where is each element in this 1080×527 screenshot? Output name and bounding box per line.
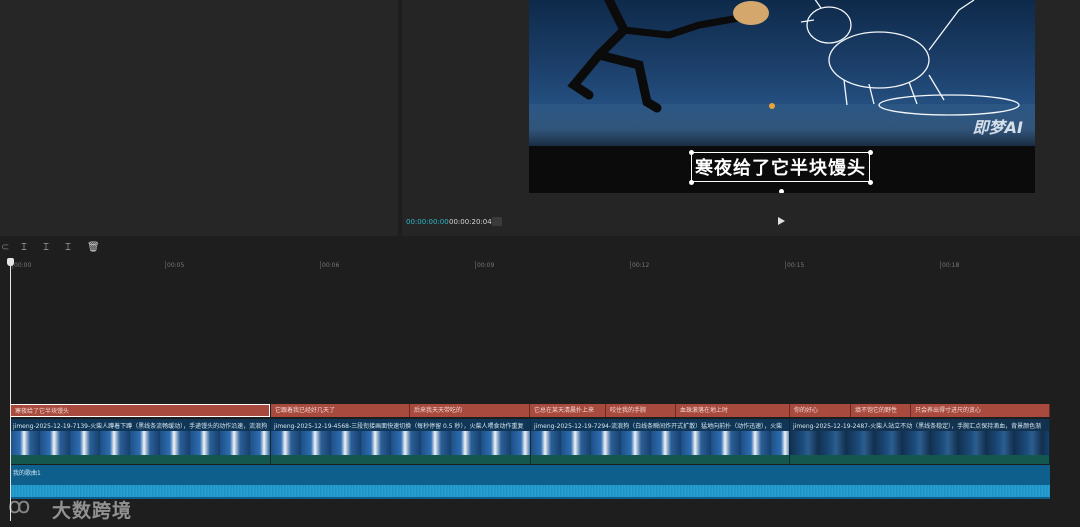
text-clip[interactable]: 它总在某天清晨扑上来 [530, 404, 606, 417]
brand-logo-text: 大数跨境 [52, 500, 133, 522]
resize-handle[interactable] [689, 150, 694, 155]
play-icon[interactable] [778, 217, 785, 225]
video-strip [10, 455, 270, 464]
rotate-handle[interactable] [779, 189, 784, 193]
text-clip[interactable]: 它跟着我已经好几天了 [271, 404, 410, 417]
media-panel [0, 0, 398, 236]
split-icon[interactable]: ⌶ [21, 242, 27, 253]
tick [475, 261, 476, 269]
total-time: 00:00:20:04 [449, 218, 492, 226]
logo-icon: ꝏ [8, 494, 31, 519]
video-clip[interactable]: jimeng-2025-12-19-4568-三段衔接画面快速切换（每秒停留 0… [271, 419, 531, 464]
tick-label: 00:05 [167, 262, 185, 269]
resize-handle[interactable] [868, 150, 873, 155]
timeline-ruler[interactable]: 00:00 00:05 00:06 00:09 00:12 00:15 00:1… [0, 258, 1080, 272]
tick-label: 00:00 [14, 262, 32, 269]
text-clip[interactable]: 咬住我的手腕 [606, 404, 676, 417]
playhead-handle[interactable] [7, 258, 14, 266]
video-clip-label: jimeng-2025-12-19-7139-火柴人蹲着下蹲（黑线条流畅缓动），… [13, 423, 268, 430]
split-right-icon[interactable]: ⌶ [65, 242, 71, 253]
text-clip[interactable]: 填不饱它的野性 [851, 404, 911, 417]
tick-label: 00:12 [632, 262, 650, 269]
video-strip [790, 455, 1049, 464]
text-clip[interactable]: 你的好心 [790, 404, 851, 417]
audio-track[interactable]: 我的歌曲1 [10, 465, 1050, 499]
video-preview[interactable]: 即梦AI 寒夜给了它半块馒头 [529, 0, 1035, 193]
video-thumbnails [271, 431, 530, 455]
video-thumbnails [10, 431, 270, 455]
ratio-icon[interactable] [492, 217, 502, 226]
split-left-icon[interactable]: ⌶ [43, 242, 49, 253]
tick [320, 261, 321, 269]
text-clip[interactable]: 血珠滚落在地上时 [676, 404, 790, 417]
video-clip-label: jimeng-2025-12-19-4568-三段衔接画面快速切换（每秒停留 0… [274, 423, 524, 430]
tick [630, 261, 631, 269]
video-clip[interactable]: jimeng-2025-12-19-2487-火柴人站立不动（黑线条稳定），手腕… [790, 419, 1050, 464]
tick [940, 261, 941, 269]
timeline-toolbar: ⊂ ⌶ ⌶ ⌶ 🗑 [0, 240, 1080, 257]
undo-icon[interactable]: ⊂ [1, 242, 9, 253]
caption-text[interactable]: 寒夜给了它半块馒头 [691, 152, 870, 182]
tick-label: 00:09 [477, 262, 495, 269]
tick-label: 00:18 [942, 262, 960, 269]
video-clip[interactable]: jimeng-2025-12-19-7294-流浪狗（白线条瞬间炸开式扩散）猛地… [531, 419, 790, 464]
text-clip[interactable]: 后来我天天带吃的 [410, 404, 530, 417]
video-thumbnails [531, 431, 789, 455]
audio-label: 我的歌曲1 [13, 470, 41, 477]
text-track: 寒夜给了它半块馒头 它跟着我已经好几天了 后来我天天带吃的 它总在某天清晨扑上来… [10, 404, 1050, 417]
video-scene: 即梦AI [529, 0, 1035, 146]
resize-handle[interactable] [868, 180, 873, 185]
current-time: 00:00:00:00 [406, 218, 449, 226]
video-strip [271, 455, 530, 464]
video-thumbnails [790, 431, 1049, 455]
video-track: jimeng-2025-12-19-7139-火柴人蹲着下蹲（黑线条流畅缓动），… [10, 419, 1050, 464]
video-clip-label: jimeng-2025-12-19-7294-流浪狗（白线条瞬间炸开式扩散）猛地… [534, 423, 783, 430]
tick-label: 00:15 [787, 262, 805, 269]
audio-waveform [10, 485, 1050, 497]
tick [785, 261, 786, 269]
video-clip-label: jimeng-2025-12-19-2487-火柴人站立不动（黑线条稳定），手腕… [793, 423, 1042, 430]
tick-label: 00:06 [322, 262, 340, 269]
video-strip [531, 455, 789, 464]
watermark: 即梦AI [972, 118, 1023, 137]
scene-illustration [567, 0, 1020, 116]
video-clip[interactable]: jimeng-2025-12-19-7139-火柴人蹲着下蹲（黑线条流畅缓动），… [10, 419, 271, 464]
resize-handle[interactable] [689, 180, 694, 185]
tick [165, 261, 166, 269]
text-clip[interactable]: 只会养出得寸进尺的贪心 [911, 404, 1050, 417]
text-clip[interactable]: 寒夜给了它半块馒头 [10, 404, 270, 417]
playhead[interactable] [10, 259, 11, 521]
trash-icon[interactable]: 🗑 [87, 242, 100, 253]
